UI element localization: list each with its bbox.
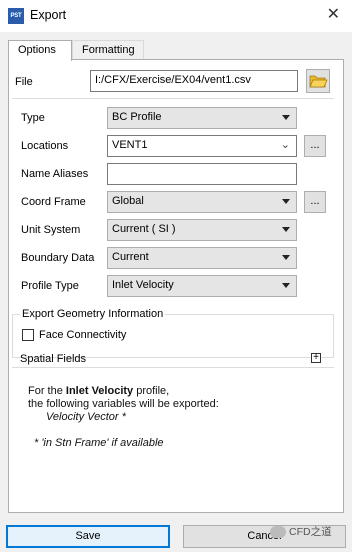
coord-frame-more-button[interactable]: ... [304, 191, 326, 213]
folder-open-icon [309, 75, 328, 88]
profile-type-select[interactable]: Inlet Velocity [107, 275, 297, 297]
face-connectivity-label: Face Connectivity [39, 329, 127, 341]
locations-value: VENT1 [112, 139, 148, 151]
app-icon: PST [8, 8, 24, 24]
dropdown-arrow-icon [282, 115, 290, 120]
window-title: Export [30, 8, 67, 22]
locations-label: Locations [21, 140, 69, 152]
locations-select[interactable]: VENT1 ⌄ [107, 135, 297, 157]
expand-plus-icon[interactable]: + [311, 353, 321, 363]
face-connectivity-checkbox[interactable] [22, 329, 34, 341]
coord-frame-value: Global [112, 195, 144, 207]
boundary-data-value: Current [112, 251, 149, 263]
coord-frame-label: Coord Frame [21, 196, 86, 208]
spatial-fields-divider [12, 367, 334, 368]
spatial-fields-label: Spatial Fields [20, 353, 87, 365]
unit-system-label: Unit System [21, 224, 81, 236]
coord-frame-select[interactable]: Global [107, 191, 297, 213]
wechat-logo-icon [270, 526, 286, 539]
tab-formatting[interactable]: Formatting [72, 40, 144, 60]
dropdown-arrow-icon [282, 255, 290, 260]
unit-system-value: Current ( SI ) [112, 223, 176, 235]
watermark-text: CFD之道 [289, 526, 332, 538]
file-label: File [15, 76, 33, 88]
info-variable: Velocity Vector * [46, 411, 126, 423]
title-bar: PST Export ✕ [0, 0, 352, 32]
watermark: CFD之道 [270, 524, 332, 539]
info-line-1: For the Inlet Velocity profile, [28, 385, 170, 397]
name-aliases-input[interactable] [107, 163, 297, 185]
locations-more-button[interactable]: ... [304, 135, 326, 157]
info-footnote: * 'in Stn Frame' if available [34, 437, 164, 449]
file-path-input[interactable]: I:/CFX/Exercise/EX04/vent1.csv [90, 70, 298, 92]
close-icon[interactable]: ✕ [327, 6, 340, 24]
name-aliases-label: Name Aliases [21, 168, 89, 180]
export-geometry-title: Export Geometry Information [20, 308, 166, 320]
chevron-down-icon: ⌄ [280, 139, 290, 151]
boundary-data-label: Boundary Data [21, 252, 95, 264]
boundary-data-select[interactable]: Current [107, 247, 297, 269]
type-select[interactable]: BC Profile [107, 107, 297, 129]
dropdown-arrow-icon [282, 199, 290, 204]
profile-type-value: Inlet Velocity [112, 279, 174, 291]
type-label: Type [21, 112, 45, 124]
browse-button[interactable] [306, 69, 330, 93]
dropdown-arrow-icon [282, 283, 290, 288]
save-button[interactable]: Save [6, 525, 170, 548]
unit-system-select[interactable]: Current ( SI ) [107, 219, 297, 241]
dropdown-arrow-icon [282, 227, 290, 232]
type-value: BC Profile [112, 111, 162, 123]
divider [12, 98, 334, 99]
profile-type-label: Profile Type [21, 280, 79, 292]
info-line-2: the following variables will be exported… [28, 398, 219, 410]
profile-name-bold: Inlet Velocity [65, 385, 134, 397]
tab-options[interactable]: Options [8, 40, 72, 61]
